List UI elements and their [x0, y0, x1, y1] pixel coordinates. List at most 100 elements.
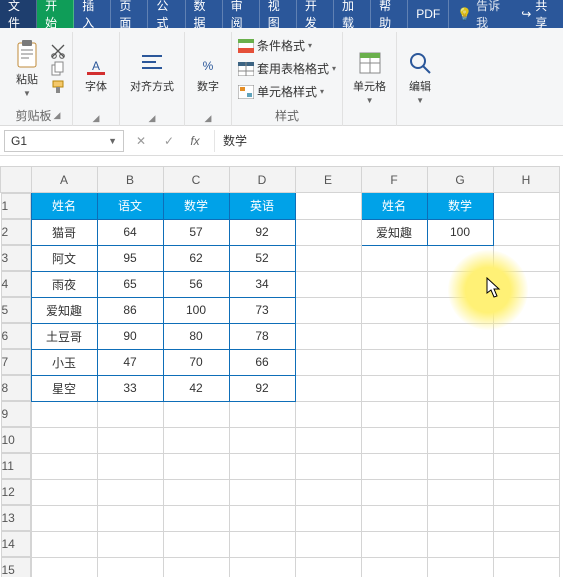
cell-B3[interactable]: 95 [97, 245, 163, 271]
cell-C7[interactable]: 70 [163, 349, 229, 375]
font-button[interactable]: A 字体 [79, 48, 113, 96]
cell-A2[interactable]: 猫哥 [31, 219, 97, 245]
cell-B11[interactable] [97, 453, 163, 479]
col-header-D[interactable]: D [229, 167, 295, 193]
cell-G9[interactable] [427, 401, 493, 427]
cell-A14[interactable] [31, 531, 97, 557]
cell-D2[interactable]: 92 [229, 219, 295, 245]
cell-A8[interactable]: 星空 [31, 375, 97, 401]
tab-file[interactable]: 文件 [0, 0, 37, 28]
cell-style-button[interactable]: 单元格样式▾ [238, 83, 336, 100]
chevron-down-icon[interactable]: ▼ [108, 136, 117, 146]
col-header-E[interactable]: E [295, 167, 361, 193]
cell-F9[interactable] [361, 401, 427, 427]
alignment-button[interactable]: 对齐方式 [126, 48, 178, 96]
dialog-launcher-icon[interactable]: ◢ [149, 113, 156, 124]
select-all-corner[interactable] [1, 167, 32, 193]
cell-C11[interactable] [163, 453, 229, 479]
cell-A1[interactable]: 姓名 [31, 193, 97, 220]
cell-E6[interactable] [295, 323, 361, 349]
row-header-11[interactable]: 11 [1, 453, 31, 479]
cell-G4[interactable] [427, 271, 493, 297]
col-header-C[interactable]: C [163, 167, 229, 193]
cell-F11[interactable] [361, 453, 427, 479]
cell-A13[interactable] [31, 505, 97, 531]
cell-H5[interactable] [493, 297, 559, 323]
cell-G1[interactable]: 数学 [427, 193, 493, 220]
cell-E13[interactable] [295, 505, 361, 531]
name-box[interactable]: G1▼ [4, 130, 124, 152]
cell-H2[interactable] [493, 219, 559, 245]
cell-D7[interactable]: 66 [229, 349, 295, 375]
cut-icon[interactable] [50, 43, 66, 59]
cell-D6[interactable]: 78 [229, 323, 295, 349]
cell-B8[interactable]: 33 [97, 375, 163, 401]
cell-F10[interactable] [361, 427, 427, 453]
cell-H15[interactable] [493, 557, 559, 577]
cell-C1[interactable]: 数学 [163, 193, 229, 220]
tab-home[interactable]: 开始 [37, 0, 74, 28]
tab-tell-me[interactable]: 告诉我 [449, 0, 511, 28]
tab-review[interactable]: 审阅 [223, 0, 260, 28]
cell-B13[interactable] [97, 505, 163, 531]
col-header-G[interactable]: G [427, 167, 493, 193]
cell-G12[interactable] [427, 479, 493, 505]
cell-E7[interactable] [295, 349, 361, 375]
cell-A11[interactable] [31, 453, 97, 479]
row-header-2[interactable]: 2 [1, 219, 31, 245]
cell-C4[interactable]: 56 [163, 271, 229, 297]
cell-C5[interactable]: 100 [163, 297, 229, 323]
cell-B15[interactable] [97, 557, 163, 577]
cell-C2[interactable]: 57 [163, 219, 229, 245]
dialog-launcher-icon[interactable]: ◢ [54, 110, 61, 121]
cell-E4[interactable] [295, 271, 361, 297]
tab-insert[interactable]: 插入 [74, 0, 111, 28]
cell-C14[interactable] [163, 531, 229, 557]
worksheet-grid[interactable]: ABCDEFGH1姓名语文数学英语姓名数学2猫哥645792爱知趣1003阿文9… [0, 166, 563, 577]
cancel-button[interactable]: ✕ [130, 130, 152, 152]
cell-B9[interactable] [97, 401, 163, 427]
cell-B12[interactable] [97, 479, 163, 505]
cell-E3[interactable] [295, 245, 361, 271]
cell-G8[interactable] [427, 375, 493, 401]
cell-B5[interactable]: 86 [97, 297, 163, 323]
cell-A10[interactable] [31, 427, 97, 453]
cell-G6[interactable] [427, 323, 493, 349]
number-button[interactable]: % 数字 [191, 48, 225, 96]
cell-E11[interactable] [295, 453, 361, 479]
cell-A4[interactable]: 雨夜 [31, 271, 97, 297]
cell-D15[interactable] [229, 557, 295, 577]
cell-F2[interactable]: 爱知趣 [361, 219, 427, 245]
cell-F6[interactable] [361, 323, 427, 349]
cell-C3[interactable]: 62 [163, 245, 229, 271]
cell-B4[interactable]: 65 [97, 271, 163, 297]
cell-E9[interactable] [295, 401, 361, 427]
cell-E14[interactable] [295, 531, 361, 557]
row-header-8[interactable]: 8 [1, 375, 31, 401]
cell-H13[interactable] [493, 505, 559, 531]
cell-H11[interactable] [493, 453, 559, 479]
cell-F5[interactable] [361, 297, 427, 323]
cell-D8[interactable]: 92 [229, 375, 295, 401]
row-header-12[interactable]: 12 [1, 479, 31, 505]
tab-addins[interactable]: 加载 [334, 0, 371, 28]
cell-D1[interactable]: 英语 [229, 193, 295, 220]
format-painter-icon[interactable] [50, 79, 66, 95]
cell-G7[interactable] [427, 349, 493, 375]
cell-E8[interactable] [295, 375, 361, 401]
cell-H6[interactable] [493, 323, 559, 349]
cell-F1[interactable]: 姓名 [361, 193, 427, 220]
paste-button[interactable]: 粘贴 ▼ [10, 37, 44, 100]
cell-B14[interactable] [97, 531, 163, 557]
tab-dev[interactable]: 开发 [297, 0, 334, 28]
conditional-format-button[interactable]: 条件格式▾ [238, 37, 336, 54]
cell-D4[interactable]: 34 [229, 271, 295, 297]
row-header-7[interactable]: 7 [1, 349, 31, 375]
row-header-1[interactable]: 1 [1, 193, 31, 219]
cell-C8[interactable]: 42 [163, 375, 229, 401]
cell-G13[interactable] [427, 505, 493, 531]
cell-D10[interactable] [229, 427, 295, 453]
cell-F8[interactable] [361, 375, 427, 401]
tab-pdf[interactable]: PDF [408, 0, 449, 28]
cell-H4[interactable] [493, 271, 559, 297]
